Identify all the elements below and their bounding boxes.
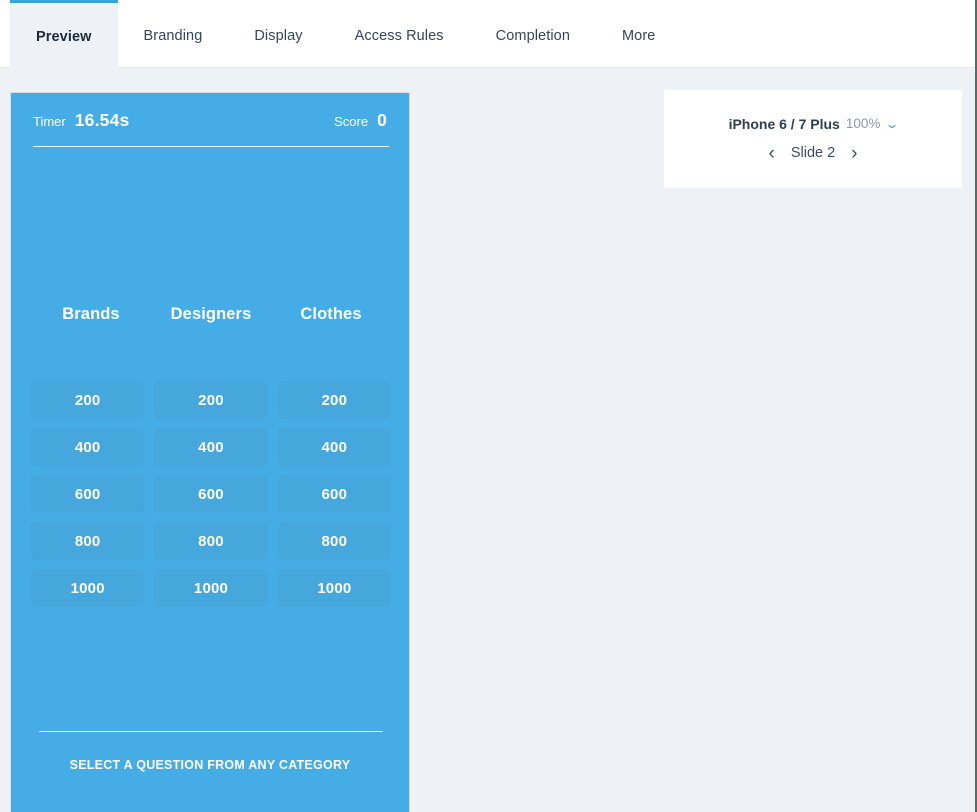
device-selector[interactable]: iPhone 6 / 7 Plus 100% ⌄	[729, 116, 898, 132]
question-column-clothes: 200 400 600 800 1000	[278, 381, 391, 607]
tab-completion-label: Completion	[496, 28, 570, 44]
tab-list: Preview Branding Display Access Rules Co…	[10, 3, 681, 68]
tab-preview[interactable]: Preview	[10, 0, 118, 68]
tab-branding[interactable]: Branding	[118, 3, 229, 68]
slide-navigator: ‹ Slide 2 ›	[767, 144, 860, 163]
timer-stat: Timer 16.54s	[33, 110, 129, 131]
tab-display-label: Display	[254, 28, 302, 44]
tab-more[interactable]: More	[596, 3, 681, 68]
question-tile[interactable]: 600	[154, 475, 267, 513]
tab-access-rules-label: Access Rules	[355, 28, 444, 44]
device-preview-controls: iPhone 6 / 7 Plus 100% ⌄ ‹ Slide 2 ›	[664, 90, 962, 188]
status-divider	[33, 146, 389, 147]
prev-slide-icon[interactable]: ‹	[767, 144, 777, 163]
tab-completion[interactable]: Completion	[470, 3, 596, 68]
score-label: Score	[334, 114, 368, 129]
tab-more-label: More	[622, 28, 655, 44]
category-clothes: Clothes	[271, 305, 391, 324]
tab-bar: Preview Branding Display Access Rules Co…	[0, 0, 975, 68]
question-tile[interactable]: 400	[31, 428, 144, 466]
question-tile[interactable]: 1000	[154, 569, 267, 607]
tab-preview-label: Preview	[36, 29, 92, 45]
question-tile[interactable]: 400	[154, 428, 267, 466]
category-header-row: Brands Designers Clothes	[31, 305, 391, 324]
question-tile[interactable]: 600	[31, 475, 144, 513]
tab-display[interactable]: Display	[228, 3, 328, 68]
select-question-hint: SELECT A QUESTION FROM ANY CATEGORY	[11, 758, 409, 772]
slide-label: Slide 2	[791, 145, 835, 161]
question-tile[interactable]: 1000	[31, 569, 144, 607]
question-tile[interactable]: 200	[278, 381, 391, 419]
phone-preview-panel: Timer 16.54s Score 0 Brands Designers Cl…	[10, 92, 410, 812]
tab-access-rules[interactable]: Access Rules	[329, 3, 470, 68]
tab-branding-label: Branding	[144, 28, 203, 44]
question-column-designers: 200 400 600 800 1000	[154, 381, 267, 607]
zoom-level-label: 100%	[846, 116, 881, 131]
game-status-bar: Timer 16.54s Score 0	[11, 93, 409, 148]
question-tile[interactable]: 800	[154, 522, 267, 560]
category-brands: Brands	[31, 305, 151, 324]
question-tile[interactable]: 800	[278, 522, 391, 560]
score-stat: Score 0	[334, 110, 387, 131]
timer-value: 16.54s	[75, 110, 130, 131]
chevron-down-icon[interactable]: ⌄	[885, 118, 900, 130]
score-value: 0	[377, 110, 387, 131]
device-name-label: iPhone 6 / 7 Plus	[729, 116, 840, 132]
question-column-brands: 200 400 600 800 1000	[31, 381, 144, 607]
next-slide-icon[interactable]: ›	[849, 144, 859, 163]
footer-divider	[39, 731, 383, 732]
category-designers: Designers	[151, 305, 271, 324]
question-tile[interactable]: 800	[31, 522, 144, 560]
question-value-grid: 200 400 600 800 1000 200 400 600 800 100…	[31, 381, 391, 607]
question-tile[interactable]: 400	[278, 428, 391, 466]
question-tile[interactable]: 200	[154, 381, 267, 419]
question-tile[interactable]: 600	[278, 475, 391, 513]
question-tile[interactable]: 200	[31, 381, 144, 419]
timer-label: Timer	[33, 114, 66, 129]
question-tile[interactable]: 1000	[278, 569, 391, 607]
